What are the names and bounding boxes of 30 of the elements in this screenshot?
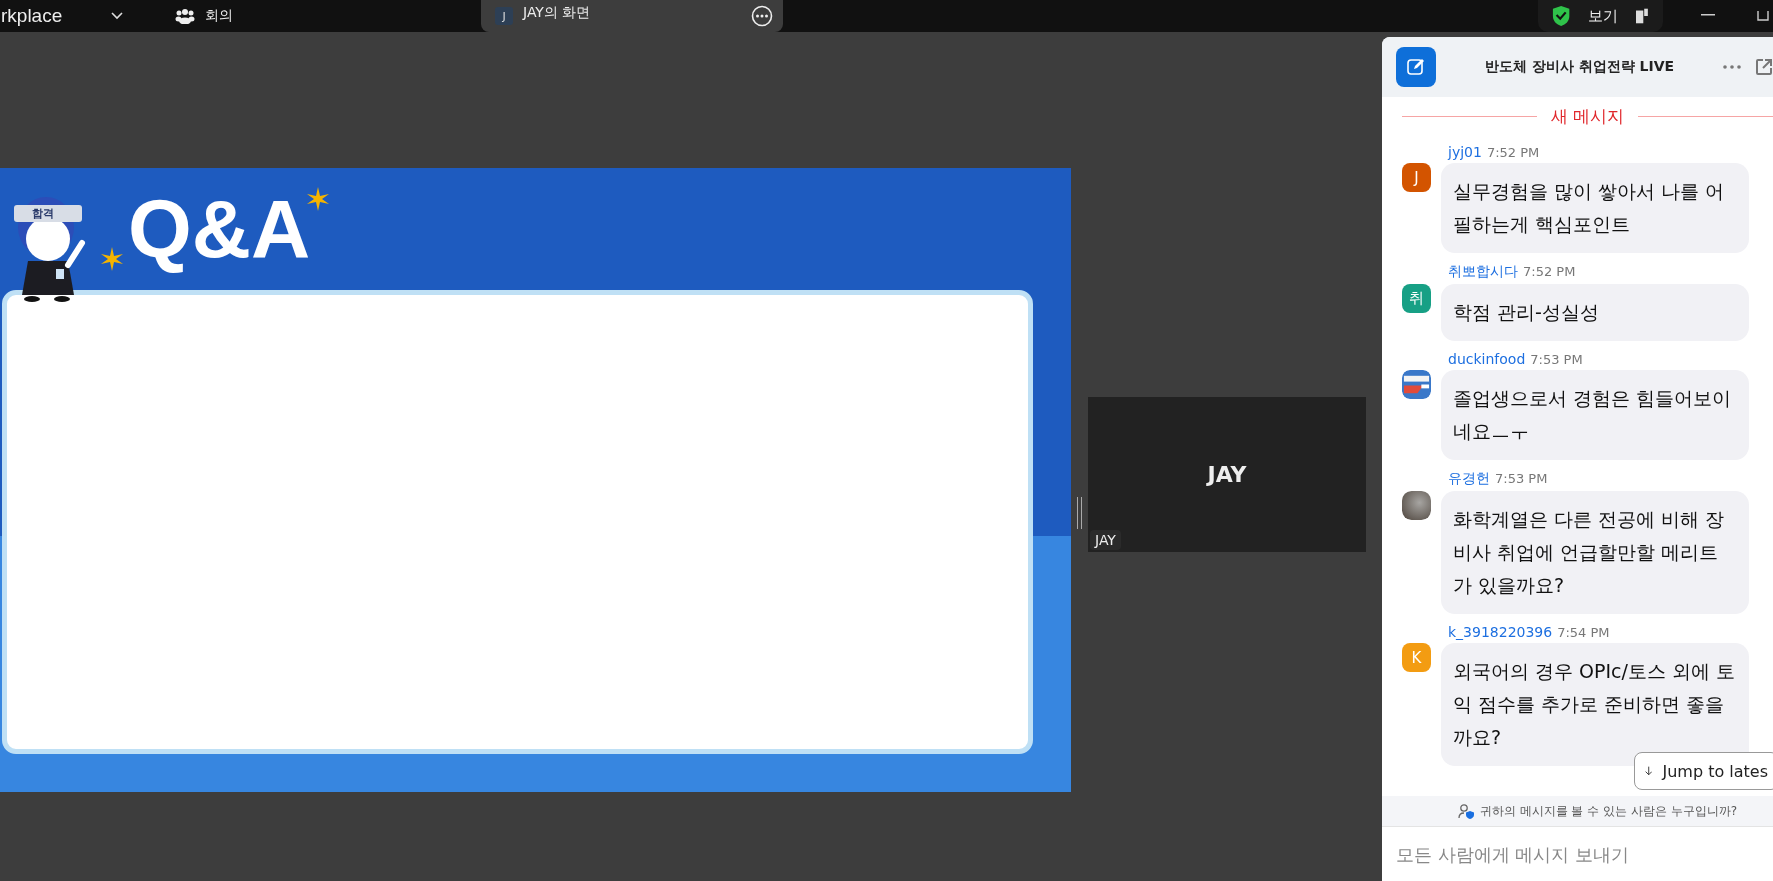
message-time: 7:53 PM (1530, 352, 1583, 367)
name-label: JAY (1090, 530, 1121, 550)
message-time: 7:52 PM (1523, 264, 1576, 279)
sender-name[interactable]: 취뽀합시다 (1448, 263, 1518, 281)
message-time: 7:52 PM (1486, 145, 1540, 160)
share-tab[interactable]: J JAY의 화면 (481, 0, 783, 32)
user-avatar[interactable]: 취 (1402, 284, 1431, 313)
app-name: rkplace (1, 5, 64, 27)
user-avatar: J (495, 7, 513, 25)
message-bubble: 졸업생으로서 경험은 힘들어보이네요ㅡㅜ (1441, 370, 1749, 460)
headband-text: 합격 (32, 206, 54, 221)
new-messages-divider: 새 메시지 (1550, 105, 1625, 128)
jump-to-latest-button[interactable]: Jump to lates (1634, 752, 1773, 790)
sender-name[interactable]: 유경헌 (1448, 470, 1490, 488)
meeting-label: 회의 (205, 7, 233, 25)
message-time: 7:53 PM (1495, 471, 1548, 486)
sender-name[interactable]: k_3918220396 (1448, 624, 1553, 640)
message-bubble: 학점 관리-성실성 (1441, 284, 1749, 341)
message-bubble: 실무경험을 많이 쌓아서 나를 어필하는게 핵심포인트 (1441, 163, 1749, 253)
message-bubble: 외국어의 경우 OPIc/토스 외에 토익 점수를 추가로 준비하면 좋을까요? (1441, 643, 1749, 766)
chat-title: 반도체 장비사 취업전략 LIVE (1483, 58, 1676, 76)
sender-name[interactable]: duckinfood (1448, 351, 1526, 367)
share-tab-label: JAY의 화면 (523, 4, 592, 22)
sender-name[interactable]: jyj01 (1448, 144, 1482, 160)
message-bubble: 화학계열은 다른 전공에 비해 장비사 취업에 언급할만할 메리트가 있을까요? (1441, 491, 1749, 614)
slide-title: Q&A (128, 182, 311, 276)
view-button[interactable]: 보기 (1538, 0, 1663, 32)
participant-name: JAY (1207, 462, 1247, 487)
user-avatar[interactable]: J (1402, 163, 1431, 192)
message-time: 7:54 PM (1557, 625, 1610, 640)
